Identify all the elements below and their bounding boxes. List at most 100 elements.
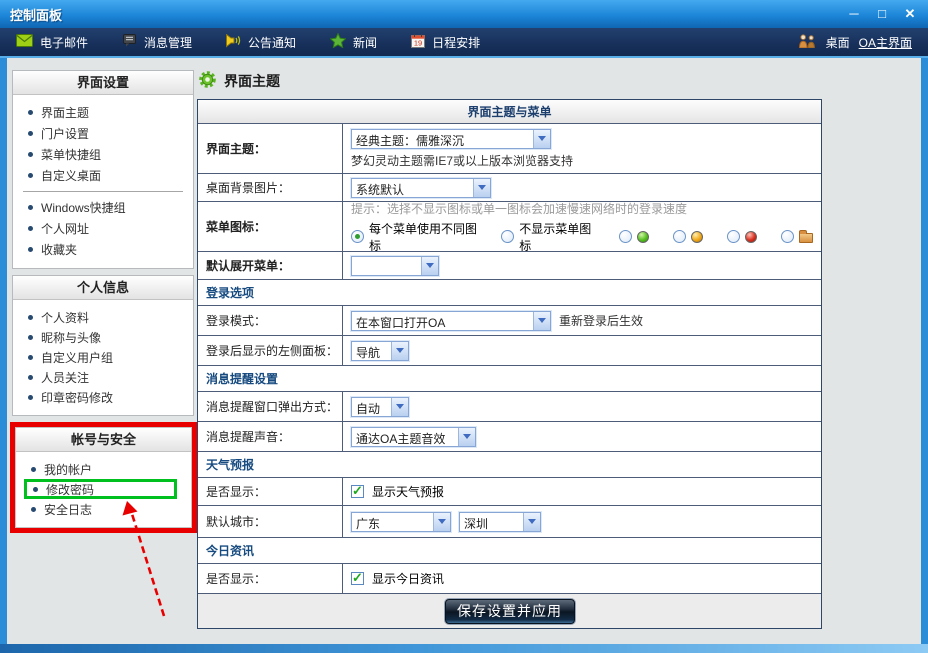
toolbar-item-email[interactable]: 电子邮件 [16,34,88,51]
sidebar-item-custom-desktop[interactable]: 自定义桌面 [13,165,193,186]
chevron-down-icon [391,398,408,416]
bullet-icon [28,226,33,231]
toolbar-item-announcements[interactable]: 公告通知 [226,34,296,51]
divider [23,191,183,192]
theme-select-value: 经典主题：儒雅深沉 [352,130,533,148]
form-row-menu-icons: 菜单图标： 提示：选择不显示图标或单一图标会加速慢速网络时的登录速度 每个菜单使… [198,202,821,252]
page-title: 界面主题 [224,71,280,91]
window-controls: ─ □ ✕ [846,6,918,22]
main-panel: 界面主题 界面主题与菜单 界面主题： 经典主题：儒雅深沉 梦幻灵动主题需IE7或… [197,70,822,629]
sidebar-item-portal-settings[interactable]: 门户设置 [13,123,193,144]
desktop-link[interactable]: 桌面 [826,34,850,51]
form-row-wallpaper: 桌面背景图片： 系统默认 [198,174,821,202]
sidebar-item-label: 收藏夹 [41,241,77,258]
red-ball-icon [745,231,757,243]
form-row-notify-sound: 消息提醒声音： 通达OA主题音效 [198,422,821,452]
save-apply-button[interactable]: 保存设置并应用 [445,599,575,624]
chevron-down-icon [533,312,550,330]
toolbar-item-news[interactable]: 新闻 [330,33,377,51]
field-label: 登录模式： [198,306,343,335]
popup-mode-select-value: 自动 [352,398,391,416]
field-label: 界面主题： [198,124,343,173]
login-mode-note: 重新登录后生效 [559,312,643,329]
province-select[interactable]: 广东 [351,512,451,532]
radio-red-ball[interactable] [727,230,740,243]
popup-mode-select[interactable]: 自动 [351,397,409,417]
checkbox-label: 显示天气预报 [372,483,444,500]
sidebar-item-personal-urls[interactable]: 个人网址 [13,218,193,239]
city-select[interactable]: 深圳 [459,512,541,532]
gear-icon [198,70,217,92]
sidebar-item-seal-password[interactable]: 印章密码修改 [13,387,193,407]
sidebar-item-label: 菜单快捷组 [41,146,101,163]
title-bar: 控制面板 ─ □ ✕ [0,0,928,28]
bullet-icon [28,247,33,252]
sidebar-item-menu-shortcut-group[interactable]: 菜单快捷组 [13,144,193,165]
form-row-default-menu: 默认展开菜单： [198,252,821,280]
radio-no-icons[interactable] [501,230,514,243]
theme-note: 梦幻灵动主题需IE7或以上版本浏览器支持 [351,152,573,169]
window-title: 控制面板 [10,5,62,24]
toolbar-item-messages[interactable]: 消息管理 [122,34,192,51]
sidebar-item-label: 自定义用户组 [41,349,113,366]
radio-folder[interactable] [781,230,794,243]
bullet-icon [28,355,33,360]
weather-show-checkbox[interactable] [351,485,364,498]
sidebar-item-label: 自定义桌面 [41,167,101,184]
sidebar-item-interface-theme[interactable]: 界面主题 [13,102,193,123]
bullet-icon [31,507,36,512]
page-header: 界面主题 [198,70,822,92]
sidebar-item-people-follow[interactable]: 人员关注 [13,367,193,387]
sidebar-item-custom-user-group[interactable]: 自定义用户组 [13,347,193,367]
sidebar: 界面设置 界面主题 门户设置 菜单快捷组 [12,70,194,533]
sidebar-section-account-security: 帐号与安全 我的帐户 修改密码 安全日志 [15,427,192,528]
toolbar: 电子邮件 消息管理 公告通知 [0,28,928,56]
field-label: 桌面背景图片： [198,174,343,201]
mail-icon [16,34,33,50]
oa-home-link[interactable]: OA主界面 [859,34,912,51]
toolbar-label: 公告通知 [248,34,296,51]
sidebar-section-title: 帐号与安全 [16,428,191,452]
bullet-icon [28,173,33,178]
sidebar-item-favorites[interactable]: 收藏夹 [13,239,193,260]
sidebar-item-security-log[interactable]: 安全日志 [16,499,191,519]
minimize-button[interactable]: ─ [846,6,862,22]
toolbar-item-schedule[interactable]: 19 日程安排 [411,34,480,51]
left-panel-select[interactable]: 导航 [351,341,409,361]
theme-select[interactable]: 经典主题：儒雅深沉 [351,129,551,149]
calendar-day: 19 [414,38,422,47]
chevron-down-icon [458,428,475,446]
default-menu-select[interactable] [351,256,439,276]
chevron-down-icon [473,179,490,197]
sidebar-item-label: 个人网址 [41,220,89,237]
message-icon [122,34,137,50]
bullet-icon [31,467,36,472]
toolbar-label: 日程安排 [432,34,480,51]
login-mode-select[interactable]: 在本窗口打开OA [351,311,551,331]
table-header-label: 界面主题与菜单 [467,103,551,120]
close-button[interactable]: ✕ [902,6,918,22]
notify-sound-select[interactable]: 通达OA主题音效 [351,427,476,447]
radio-green-ball[interactable] [619,230,632,243]
left-panel-select-value: 导航 [352,342,391,360]
calendar-icon: 19 [411,34,425,51]
news-star-icon [330,33,346,51]
sidebar-item-nickname-avatar[interactable]: 昵称与头像 [13,327,193,347]
sidebar-item-change-password[interactable]: 修改密码 [24,479,177,499]
wallpaper-select[interactable]: 系统默认 [351,178,491,198]
sidebar-item-label: 人员关注 [41,369,89,386]
content-area: 界面设置 界面主题 门户设置 菜单快捷组 [0,58,928,653]
chevron-down-icon [533,130,550,148]
sidebar-item-personal-profile[interactable]: 个人资料 [13,307,193,327]
radio-different-icons[interactable] [351,230,364,243]
field-label: 菜单图标： [198,202,343,251]
sidebar-item-windows-shortcut-group[interactable]: Windows快捷组 [13,197,193,218]
toolbar-label: 电子邮件 [40,34,88,51]
radio-orange-ball[interactable] [673,230,686,243]
news-show-checkbox[interactable] [351,572,364,585]
sidebar-item-my-account[interactable]: 我的帐户 [16,459,191,479]
form-row-left-panel: 登录后显示的左侧面板： 导航 [198,336,821,366]
maximize-button[interactable]: □ [874,6,890,22]
settings-table: 界面主题与菜单 界面主题： 经典主题：儒雅深沉 梦幻灵动主题需IE7或以上版本浏… [197,99,822,629]
form-row-login-mode: 登录模式： 在本窗口打开OA 重新登录后生效 [198,306,821,336]
